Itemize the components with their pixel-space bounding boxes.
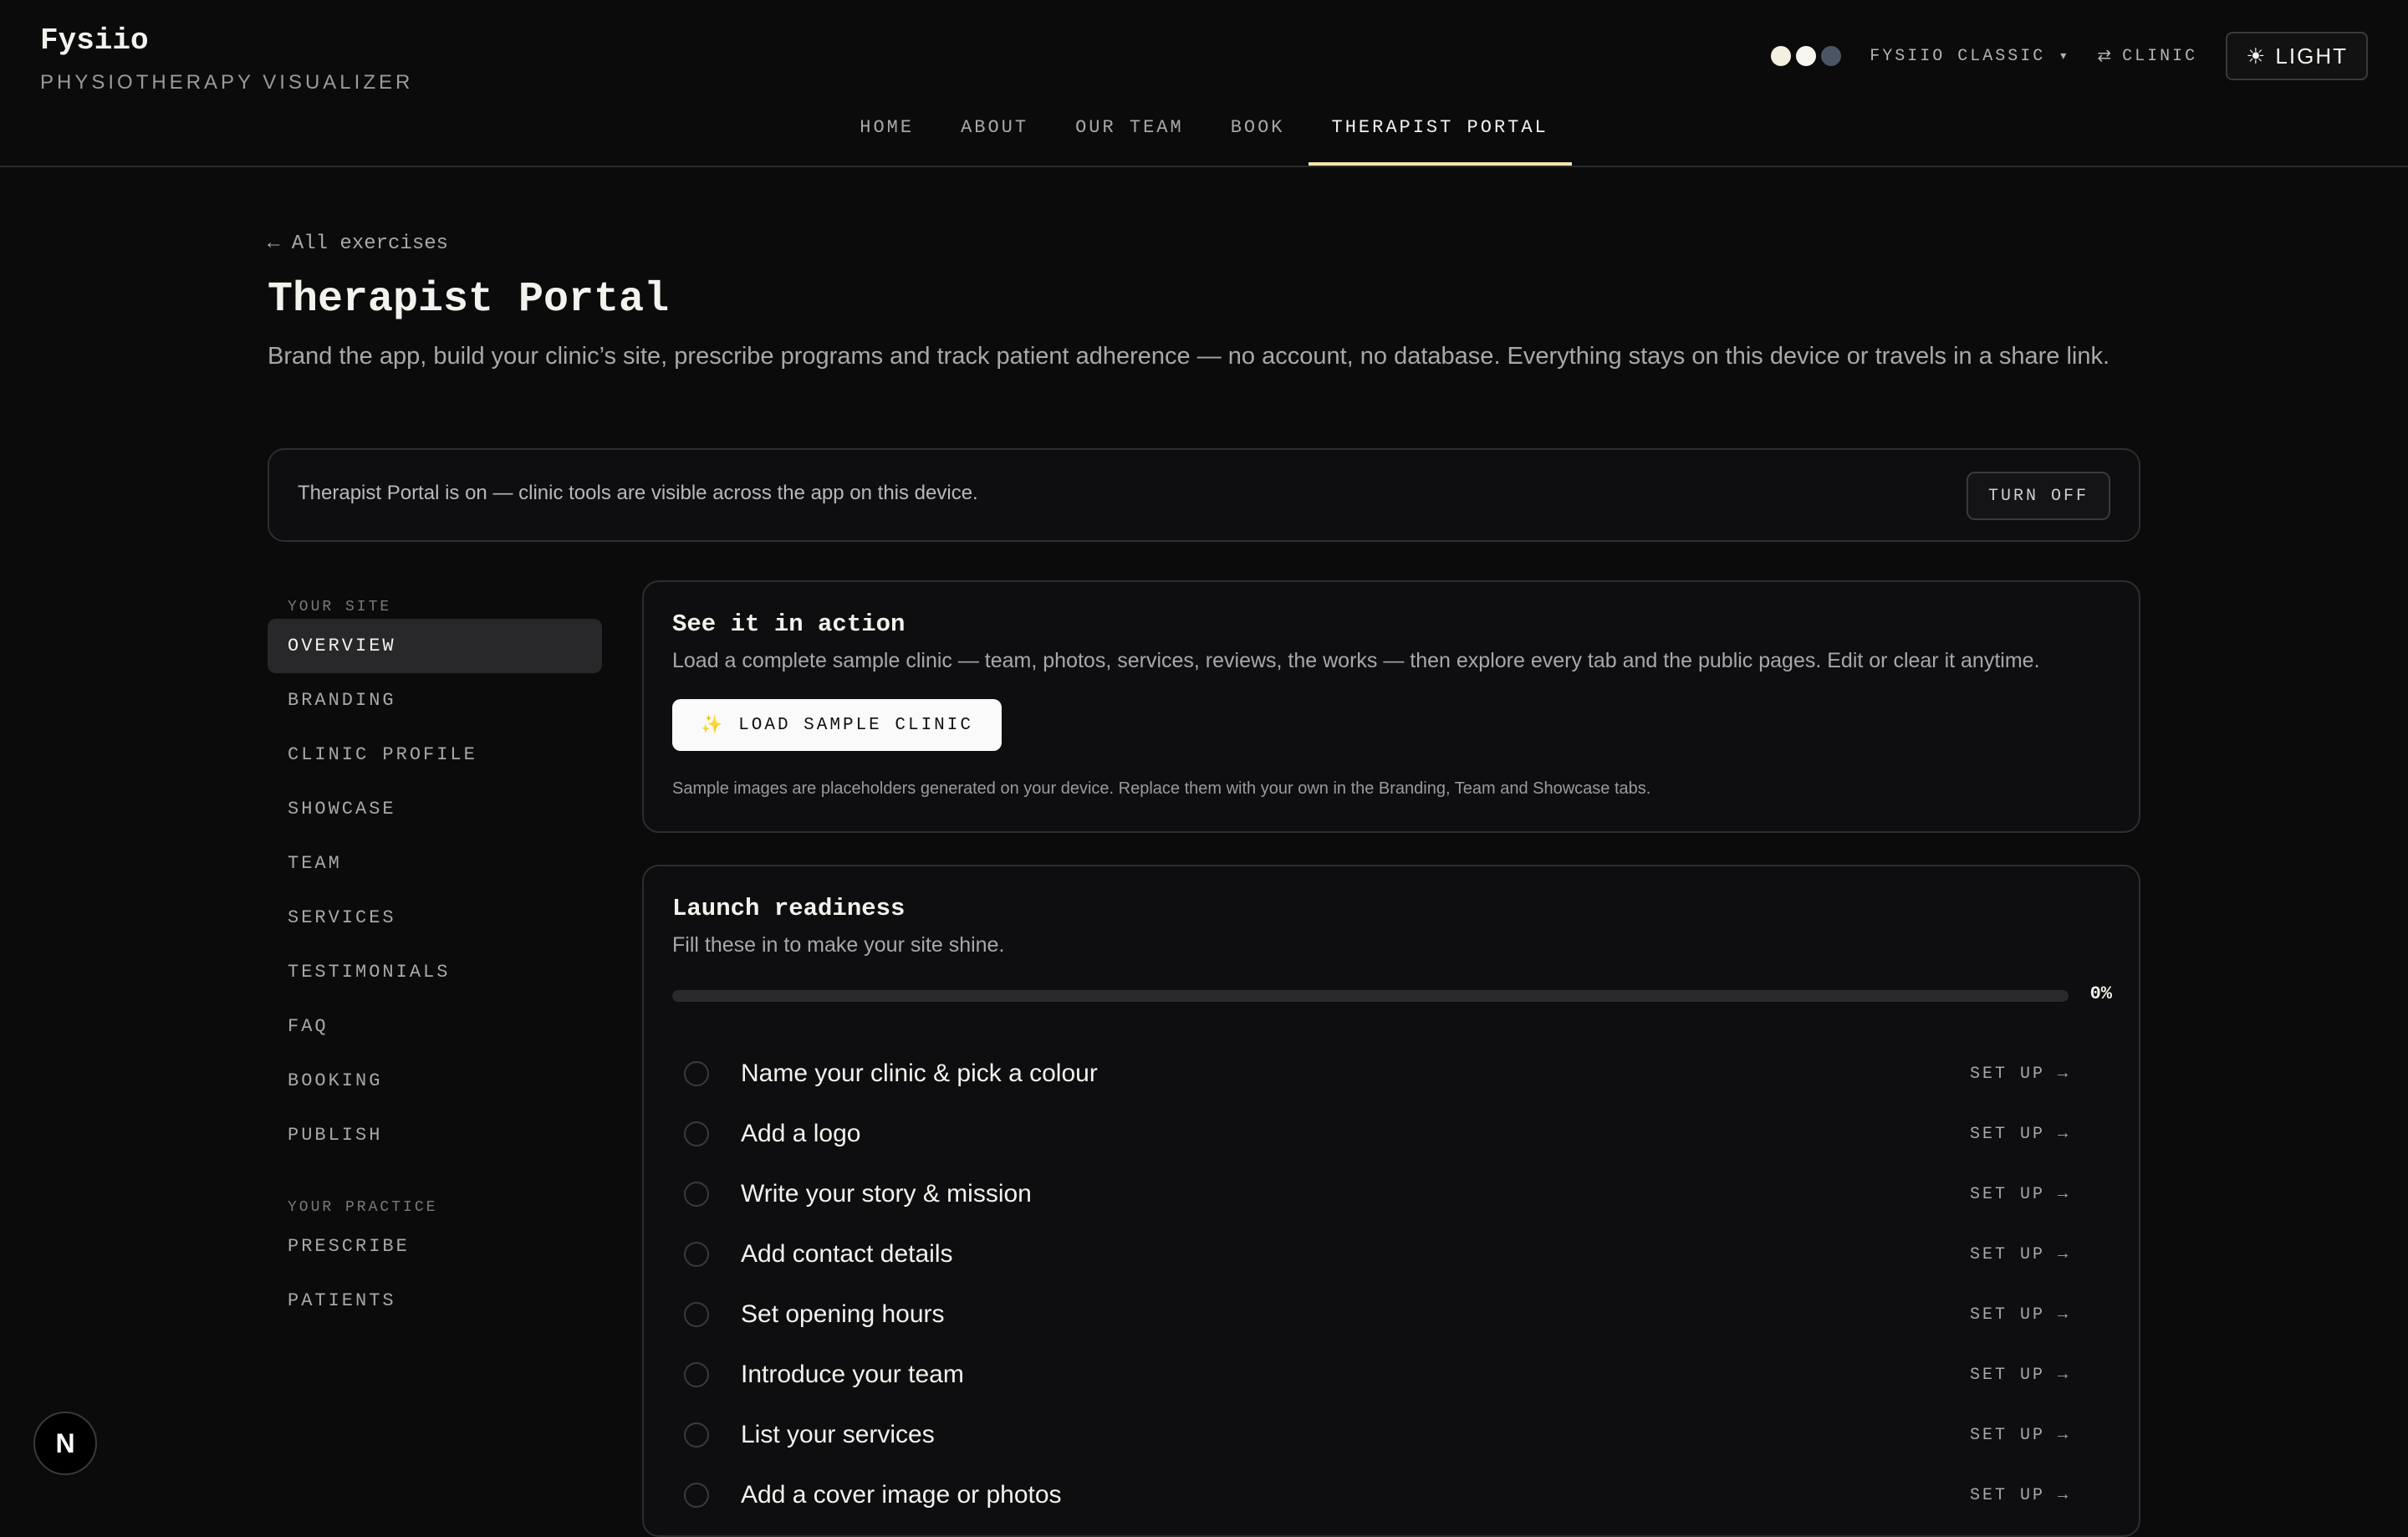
brand-name[interactable]: Fysiio — [40, 23, 413, 58]
checklist-item[interactable]: Add a logo SET UP → — [672, 1104, 2110, 1164]
chevron-down-icon: ▾ — [2060, 49, 2069, 64]
set-up-link[interactable]: SET UP → — [1970, 1426, 2070, 1445]
nav-therapist-portal[interactable]: THERAPIST PORTAL — [1308, 115, 1572, 166]
brand[interactable]: Fysiio PHYSIOTHERAPY VISUALIZER — [40, 23, 413, 94]
theme-swatch — [1771, 46, 1792, 66]
nextjs-dev-badge-icon[interactable]: N — [33, 1412, 97, 1475]
sidebar-item-patients[interactable]: PATIENTS — [268, 1274, 602, 1328]
sidebar-item-faq[interactable]: FAQ — [268, 999, 602, 1054]
page-subtitle: Brand the app, build your clinic’s site,… — [268, 343, 2110, 370]
sidebar-item-overview[interactable]: OVERVIEW — [268, 619, 602, 673]
checklist-item-label: Write your story & mission — [741, 1180, 1032, 1208]
sidebar-item-services[interactable]: SERVICES — [268, 891, 602, 945]
sun-icon: ☀ — [2246, 43, 2268, 69]
sidebar-item-booking[interactable]: BOOKING — [268, 1054, 602, 1108]
brand-tagline: PHYSIOTHERAPY VISUALIZER — [40, 71, 414, 94]
checkbox-circle-icon[interactable] — [684, 1483, 709, 1508]
checklist-item-label: Set opening hours — [741, 1300, 945, 1328]
nav-our-team[interactable]: OUR TEAM — [1052, 115, 1207, 166]
nav-book[interactable]: BOOK — [1207, 115, 1309, 166]
readiness-checklist: Name your clinic & pick a colour SET UP … — [672, 1044, 2110, 1525]
set-up-link[interactable]: SET UP → — [1970, 1125, 2070, 1144]
set-up-link[interactable]: SET UP → — [1970, 1305, 2070, 1325]
nav-home[interactable]: HOME — [836, 115, 937, 166]
site-header: Fysiio PHYSIOTHERAPY VISUALIZER FYSIIO C… — [0, 0, 2408, 167]
page-title: Therapist Portal — [268, 276, 670, 324]
checklist-item-label: Name your clinic & pick a colour — [741, 1060, 1098, 1087]
checklist-item[interactable]: Add contact details SET UP → — [672, 1224, 2110, 1284]
main-nav: HOME ABOUT OUR TEAM BOOK THERAPIST PORTA… — [0, 115, 2408, 166]
theme-select-label: FYSIIO CLASSIC — [1870, 46, 2046, 66]
sample-images-note: Sample images are placeholders generated… — [672, 779, 1651, 798]
theme-swatch — [1821, 46, 1842, 66]
sidebar-item-team[interactable]: TEAM — [268, 836, 602, 891]
sidebar-heading-your-practice: YOUR PRACTICE — [288, 1199, 438, 1216]
checkbox-circle-icon[interactable] — [684, 1121, 709, 1146]
checklist-item-label: Add a logo — [741, 1120, 861, 1147]
checkbox-circle-icon[interactable] — [684, 1362, 709, 1387]
back-to-exercises-link[interactable]: ← All exercises — [268, 232, 448, 255]
set-up-link[interactable]: SET UP → — [1970, 1366, 2070, 1385]
readiness-progress-bar — [672, 990, 2069, 1002]
turn-off-button[interactable]: TURN OFF — [1966, 472, 2110, 520]
load-sample-clinic-label: LOAD SAMPLE CLINIC — [738, 715, 973, 735]
checkbox-circle-icon[interactable] — [684, 1302, 709, 1327]
light-mode-label: LIGHT — [2275, 43, 2348, 69]
readiness-progress-label: 0% — [2089, 983, 2112, 1004]
nav-about[interactable]: ABOUT — [937, 115, 1052, 166]
sidebar-item-branding[interactable]: BRANDING — [268, 673, 602, 728]
sidebar-item-prescribe[interactable]: PRESCRIBE — [268, 1219, 602, 1274]
launch-readiness-title: Launch readiness — [672, 895, 906, 922]
sidebar-item-publish[interactable]: PUBLISH — [268, 1108, 602, 1162]
theme-swatches[interactable] — [1771, 46, 1842, 66]
swap-icon: ⇄ — [2097, 48, 2115, 67]
sidebar-heading-your-site: YOUR SITE — [288, 599, 392, 615]
checkbox-circle-icon[interactable] — [684, 1242, 709, 1267]
sidebar-item-showcase[interactable]: SHOWCASE — [268, 782, 602, 836]
checklist-item[interactable]: Set opening hours SET UP → — [672, 1284, 2110, 1345]
checklist-item[interactable]: Write your story & mission SET UP → — [672, 1164, 2110, 1224]
launch-readiness-card: Launch readiness Fill these in to make y… — [642, 865, 2140, 1537]
checkbox-circle-icon[interactable] — [684, 1061, 709, 1086]
portal-sidebar: YOUR SITE OVERVIEW BRANDING CLINIC PROFI… — [268, 595, 602, 1328]
load-sample-clinic-button[interactable]: ✨ LOAD SAMPLE CLINIC — [672, 699, 1002, 751]
clinic-mode-switch[interactable]: ⇄ CLINIC — [2097, 45, 2198, 68]
portal-status-banner: Therapist Portal is on — clinic tools ar… — [268, 448, 2140, 542]
set-up-link[interactable]: SET UP → — [1970, 1245, 2070, 1264]
set-up-link[interactable]: SET UP → — [1970, 1185, 2070, 1204]
light-mode-button[interactable]: ☀ LIGHT — [2226, 32, 2368, 80]
checklist-item[interactable]: List your services SET UP → — [672, 1405, 2110, 1465]
checklist-item[interactable]: Name your clinic & pick a colour SET UP … — [672, 1044, 2110, 1104]
sample-clinic-description: Load a complete sample clinic — team, ph… — [672, 649, 2040, 672]
sample-clinic-title: See it in action — [672, 610, 906, 638]
checklist-item[interactable]: Introduce your team SET UP → — [672, 1345, 2110, 1405]
checkbox-circle-icon[interactable] — [684, 1182, 709, 1207]
portal-status-text: Therapist Portal is on — clinic tools ar… — [298, 482, 978, 504]
theme-select[interactable]: FYSIIO CLASSIC ▾ — [1870, 47, 2069, 66]
sample-clinic-card: See it in action Load a complete sample … — [642, 580, 2140, 833]
theme-swatch — [1796, 46, 1817, 66]
checklist-item-label: List your services — [741, 1421, 935, 1448]
checklist-item-label: Introduce your team — [741, 1361, 964, 1388]
sidebar-item-testimonials[interactable]: TESTIMONIALS — [268, 945, 602, 999]
launch-readiness-subtitle: Fill these in to make your site shine. — [672, 933, 1005, 957]
sparkles-icon: ✨ — [701, 716, 726, 736]
checkbox-circle-icon[interactable] — [684, 1422, 709, 1448]
header-controls: FYSIIO CLASSIC ▾ ⇄ CLINIC ☀ LIGHT — [1771, 32, 2368, 80]
sidebar-item-clinic-profile[interactable]: CLINIC PROFILE — [268, 728, 602, 782]
checklist-item[interactable]: Add a cover image or photos SET UP → — [672, 1465, 2110, 1525]
checklist-item-label: Add contact details — [741, 1240, 953, 1268]
set-up-link[interactable]: SET UP → — [1970, 1486, 2070, 1505]
set-up-link[interactable]: SET UP → — [1970, 1065, 2070, 1084]
clinic-mode-label: CLINIC — [2122, 46, 2198, 66]
